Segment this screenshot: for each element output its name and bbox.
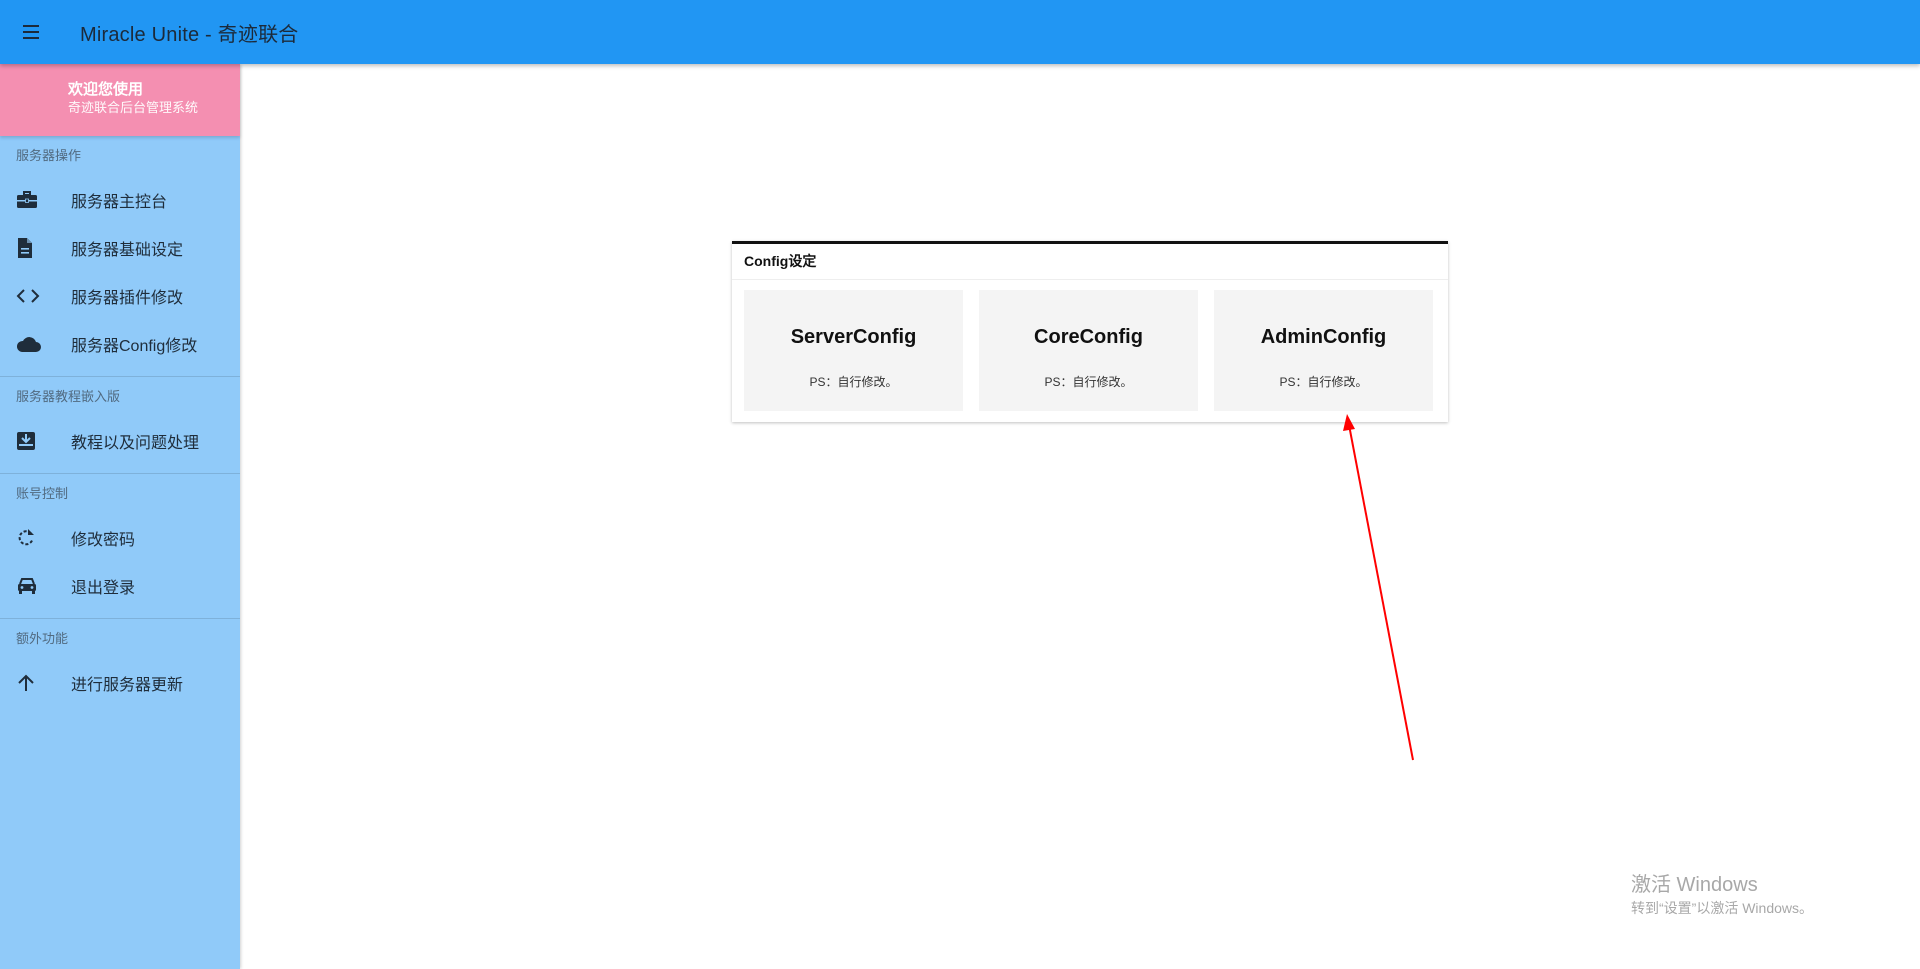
sidebar-item-label: 进行服务器更新 xyxy=(71,677,184,694)
config-card: Config设定 ServerConfig PS：自行修改。 CoreConfi… xyxy=(732,241,1448,422)
welcome-subtitle: 奇迹联合后台管理系统 xyxy=(68,100,199,115)
tile-subtitle: PS：自行修改。 xyxy=(1279,375,1368,389)
sidebar-item-server-console[interactable]: 服务器主控台 xyxy=(0,176,240,224)
sidebar-item-label: 教程以及问题处理 xyxy=(71,435,200,452)
refresh-icon xyxy=(0,528,56,548)
windows-activation-watermark: 激活 Windows 转到“设置”以激活 Windows。 xyxy=(1631,872,1813,918)
server-config-tile[interactable]: ServerConfig PS：自行修改。 xyxy=(744,290,963,411)
section-title-account: 账号控制 xyxy=(16,486,69,501)
app-title: Miracle Unite - 奇迹联合 xyxy=(80,23,299,46)
tile-title: CoreConfig xyxy=(1034,326,1143,348)
sidebar-item-server-plugins[interactable]: 服务器插件修改 xyxy=(0,272,240,320)
card-title: Config设定 xyxy=(732,244,1448,280)
annotation-arrow xyxy=(1343,414,1414,761)
welcome-banner: 欢迎您使用 奇迹联合后台管理系统 xyxy=(0,64,240,136)
arrow-up-icon xyxy=(0,673,56,693)
tile-subtitle: PS：自行修改。 xyxy=(809,375,898,389)
admin-config-tile[interactable]: AdminConfig PS：自行修改。 xyxy=(1214,290,1433,411)
sidebar-item-label: 修改密码 xyxy=(71,532,136,549)
tile-title: AdminConfig xyxy=(1260,326,1387,348)
sidebar-item-logout[interactable]: 退出登录 xyxy=(0,562,240,610)
briefcase-icon xyxy=(0,190,56,210)
sidebar-item-server-config[interactable]: 服务器Config修改 xyxy=(0,320,240,368)
document-icon xyxy=(0,237,56,259)
watermark-title: 激活 Windows xyxy=(1631,874,1758,896)
sidebar: 欢迎您使用 奇迹联合后台管理系统 服务器操作 服务器主控台 服务器基础设定 服务… xyxy=(0,64,240,969)
sidebar-item-label: 服务器主控台 xyxy=(71,194,168,211)
code-icon xyxy=(0,287,56,305)
app-bar: Miracle Unite - 奇迹联合 xyxy=(0,0,1920,64)
sidebar-item-label: 服务器基础设定 xyxy=(71,242,184,259)
core-config-tile[interactable]: CoreConfig PS：自行修改。 xyxy=(979,290,1198,411)
sidebar-item-server-update[interactable]: 进行服务器更新 xyxy=(0,659,240,707)
section-title-tutorials: 服务器教程嵌入版 xyxy=(16,389,121,404)
sidebar-item-server-basic-settings[interactable]: 服务器基础设定 xyxy=(0,224,240,272)
section-title-server-ops: 服务器操作 xyxy=(16,148,82,163)
section-title-extras: 额外功能 xyxy=(16,631,69,646)
sidebar-item-tutorials[interactable]: 教程以及问题处理 xyxy=(0,417,240,465)
hamburger-menu-icon[interactable] xyxy=(0,0,64,64)
sidebar-item-label: 服务器插件修改 xyxy=(71,290,184,307)
sidebar-item-change-password[interactable]: 修改密码 xyxy=(0,514,240,562)
cloud-icon xyxy=(0,335,56,353)
welcome-title: 欢迎您使用 xyxy=(68,81,144,98)
sidebar-item-label: 退出登录 xyxy=(71,580,136,597)
tile-subtitle: PS：自行修改。 xyxy=(1044,375,1133,389)
inbox-icon xyxy=(0,431,56,451)
sidebar-item-label: 服务器Config修改 xyxy=(71,338,198,355)
tile-title: ServerConfig xyxy=(790,326,917,348)
car-icon xyxy=(0,576,56,596)
watermark-subtitle: 转到“设置”以激活 Windows。 xyxy=(1631,900,1814,916)
